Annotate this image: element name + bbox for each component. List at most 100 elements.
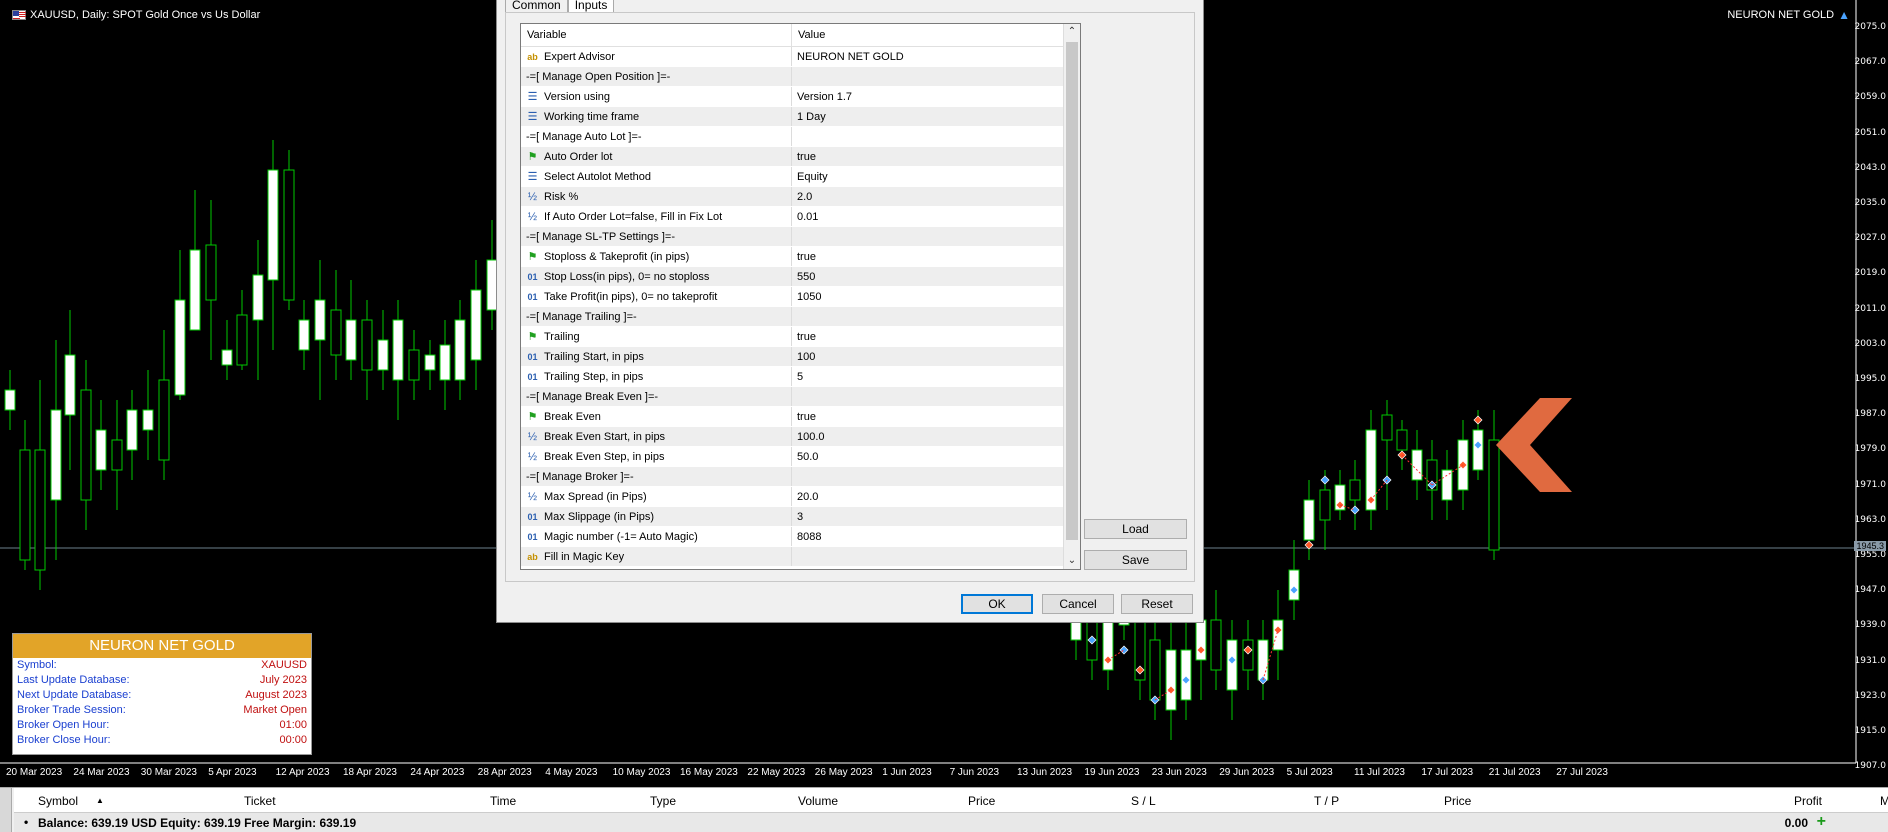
column-header[interactable]: Profit [1794,794,1822,808]
column-header[interactable]: M [1880,794,1888,808]
input-row[interactable]: ½ If Auto Order Lot=false, Fill in Fix Lo… [521,207,1080,227]
cancel-button[interactable]: Cancel [1042,594,1114,614]
input-variable-cell[interactable]: ½ Risk % [521,187,792,206]
input-value-cell[interactable]: 3 [792,507,1064,526]
input-value-cell[interactable]: 50.0 [792,447,1064,466]
column-header[interactable]: Time [490,794,516,808]
input-row[interactable]: ½ Break Even Start, in pips 100.0 [521,427,1080,447]
input-variable-cell[interactable]: ⚑ Auto Order lot [521,147,792,166]
input-variable-cell[interactable]: ☰ Working time frame [521,107,792,126]
input-variable-cell[interactable]: -=[ Manage Open Position ]=- [521,67,792,86]
input-value-cell[interactable]: 1050 [792,287,1064,306]
input-value-cell[interactable]: 2.0 [792,187,1064,206]
input-variable-cell[interactable]: -=[ Manage Break Even ]=- [521,387,792,406]
input-row[interactable]: ab Fill in Magic Key [521,547,1080,567]
input-value-cell[interactable]: 8088 [792,527,1064,546]
input-value-cell[interactable]: true [792,327,1064,346]
input-row[interactable]: -=[ Manage Break Even ]=- [521,387,1080,407]
input-row[interactable]: ⚑ Auto Order lot true [521,147,1080,167]
input-value-cell[interactable] [792,387,1064,406]
input-variable-cell[interactable]: -=[ Manage Auto Lot ]=- [521,127,792,146]
scroll-down-icon[interactable]: ⌄ [1064,553,1080,569]
input-row[interactable]: -=[ Manage SL-TP Settings ]=- [521,227,1080,247]
input-variable-cell[interactable]: ab Fill in Magic Key [521,547,792,566]
input-row[interactable]: ⚑ Break Even true [521,407,1080,427]
input-row[interactable]: ⚑ Stoploss & Takeprofit (in pips) true [521,247,1080,267]
input-variable-cell[interactable]: ½ Break Even Start, in pips [521,427,792,446]
column-header[interactable]: Type [650,794,676,808]
grid-scrollbar[interactable]: ⌃ ⌄ [1063,24,1080,569]
input-variable-cell[interactable]: 01 Trailing Step, in pips [521,367,792,386]
input-variable-cell[interactable]: 01 Magic number (-1= Auto Magic) [521,527,792,546]
input-row[interactable]: -=[ Manage Open Position ]=- [521,67,1080,87]
input-value-cell[interactable]: 1 Day [792,107,1064,126]
input-value-cell[interactable] [792,307,1064,326]
input-row[interactable]: -=[ Manage Trailing ]=- [521,307,1080,327]
input-value-cell[interactable]: 20.0 [792,487,1064,506]
column-header-value[interactable]: Value [792,24,1064,46]
input-value-cell[interactable]: true [792,407,1064,426]
load-button[interactable]: Load [1084,519,1187,539]
input-row[interactable]: 01 Trailing Step, in pips 5 [521,367,1080,387]
input-variable-cell[interactable]: -=[ Manage SL-TP Settings ]=- [521,227,792,246]
input-row[interactable]: ½ Break Even Step, in pips 50.0 [521,447,1080,467]
save-button[interactable]: Save [1084,550,1187,570]
ok-button[interactable]: OK [961,594,1033,614]
reset-button[interactable]: Reset [1121,594,1193,614]
input-variable-cell[interactable]: -=[ Manage Trailing ]=- [521,307,792,326]
input-row[interactable]: -=[ Manage Broker ]=- [521,467,1080,487]
input-value-cell[interactable]: Version 1.7 [792,87,1064,106]
input-value-cell[interactable]: true [792,147,1064,166]
input-row[interactable]: 01 Trailing Start, in pips 100 [521,347,1080,367]
input-row[interactable]: -=[ Manage Auto Lot ]=- [521,127,1080,147]
input-value-cell[interactable]: NEURON NET GOLD [792,47,1064,66]
input-row[interactable]: ½ Risk % 2.0 [521,187,1080,207]
input-variable-cell[interactable]: ½ If Auto Order Lot=false, Fill in Fix Lo… [521,207,792,226]
input-value-cell[interactable] [792,467,1064,486]
input-variable-cell[interactable]: 01 Max Slippage (in Pips) [521,507,792,526]
inputs-grid[interactable]: Variable Value ab Expert Advisor NEURON NE… [520,23,1081,570]
input-row[interactable]: ab Expert Advisor NEURON NET GOLD [521,47,1080,67]
input-value-cell[interactable] [792,127,1064,146]
input-variable-cell[interactable]: ⚑ Stoploss & Takeprofit (in pips) [521,247,792,266]
chart-ea-label[interactable]: NEURON NET GOLD ▲ [1727,8,1850,22]
input-variable-cell[interactable]: -=[ Manage Broker ]=- [521,467,792,486]
column-header-variable[interactable]: Variable [521,24,792,46]
input-value-cell[interactable]: 0.01 [792,207,1064,226]
scrollbar-thumb[interactable] [1066,42,1078,540]
input-variable-cell[interactable]: 01 Take Profit(in pips), 0= no takeprofit [521,287,792,306]
scroll-up-icon[interactable]: ⌃ [1064,24,1080,40]
input-value-cell[interactable] [792,547,1064,566]
column-header[interactable]: Volume [798,794,838,808]
column-header[interactable]: Price [968,794,995,808]
input-value-cell[interactable] [792,67,1064,86]
input-variable-cell[interactable]: ⚑ Break Even [521,407,792,426]
input-value-cell[interactable]: Equity [792,167,1064,186]
input-row[interactable]: 01 Max Slippage (in Pips) 3 [521,507,1080,527]
input-variable-cell[interactable]: ½ Break Even Step, in pips [521,447,792,466]
input-value-cell[interactable]: 100.0 [792,427,1064,446]
input-row[interactable]: ☰ Select Autolot Method Equity [521,167,1080,187]
input-value-cell[interactable]: 5 [792,367,1064,386]
column-header[interactable]: Ticket [244,794,276,808]
column-header[interactable]: S / L [1131,794,1156,808]
terminal-side-tab[interactable] [0,788,12,832]
input-variable-cell[interactable]: ☰ Select Autolot Method [521,167,792,186]
input-variable-cell[interactable]: ⚑ Trailing [521,327,792,346]
input-value-cell[interactable]: true [792,247,1064,266]
input-variable-cell[interactable]: 01 Trailing Start, in pips [521,347,792,366]
input-row[interactable]: ☰ Working time frame 1 Day [521,107,1080,127]
input-variable-cell[interactable]: ☰ Version using [521,87,792,106]
input-variable-cell[interactable]: ½ Max Spread (in Pips) [521,487,792,506]
column-header[interactable]: T / P [1314,794,1339,808]
input-row[interactable]: 01 Stop Loss(in pips), 0= no stoploss 550 [521,267,1080,287]
input-row[interactable]: 01 Magic number (-1= Auto Magic) 8088 [521,527,1080,547]
input-variable-cell[interactable]: ab Expert Advisor [521,47,792,66]
input-value-cell[interactable] [792,227,1064,246]
column-header[interactable]: Price [1444,794,1471,808]
column-header[interactable]: Symbol [38,794,78,808]
input-row[interactable]: ½ Max Spread (in Pips) 20.0 [521,487,1080,507]
input-row[interactable]: ☰ Version using Version 1.7 [521,87,1080,107]
input-value-cell[interactable]: 550 [792,267,1064,286]
plus-icon[interactable]: + [1817,813,1826,831]
